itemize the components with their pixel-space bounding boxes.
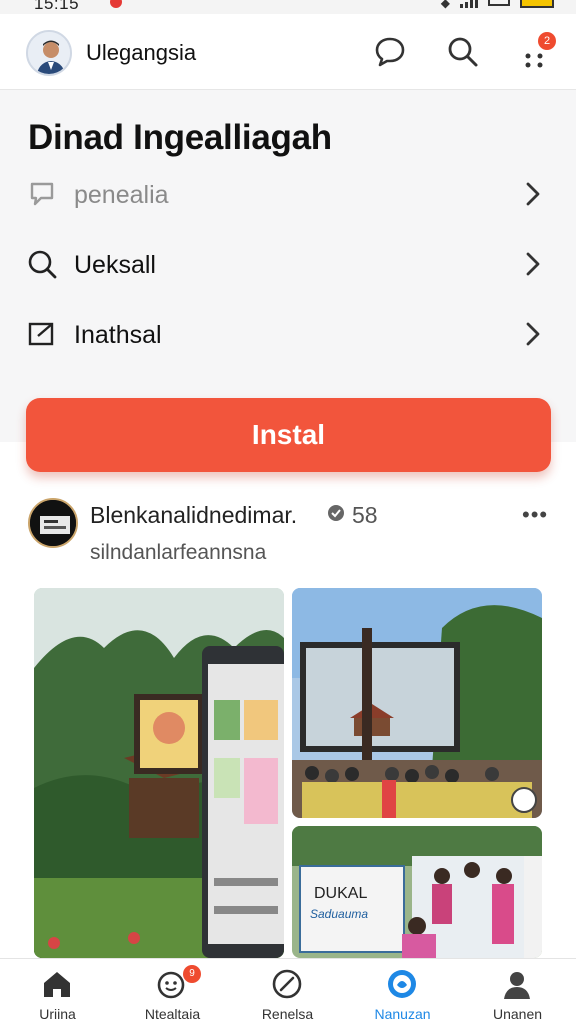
menu-item-1[interactable]: peneali​a [0,164,576,224]
install-button[interactable]: Instal [26,398,551,472]
chevron-right-icon [524,181,542,207]
nav-item-active[interactable]: Nanuzan [345,959,460,1024]
menu-item-3[interactable]: Inathsal [0,304,576,364]
bottom-nav: Uriina 9 Ntealtaia Renelsa Nanuzan Unane… [0,958,576,1024]
globe-icon [385,967,419,1001]
menu-item-label: peneali​a [74,181,169,209]
nav-label: Ntealtaia [144,1006,201,1022]
menu-item-label: Ueksall [74,251,156,279]
nav-label: Unanen [492,1006,543,1022]
charging-icon [520,0,554,8]
header-title: Ulegangsia [86,40,197,65]
signal-icon [460,0,478,8]
nav-item-home[interactable]: Uriina [0,959,115,1024]
post-photo-2[interactable] [292,588,542,818]
post-photo-3[interactable]: DUKAL Saduauma [292,826,542,958]
notification-badge: 2 [538,32,556,50]
post-count-value: 58 [352,502,378,528]
nav-item-explore[interactable]: Renelsa [230,959,345,1024]
battery-icon [488,0,510,6]
more-options-icon[interactable]: ••• [522,502,548,528]
nav-label: Renelsa [261,1006,314,1022]
chat-bubble-icon [26,178,58,210]
nav-label: Nanuzan [374,1006,431,1022]
nav-label: Uriina [39,1006,76,1022]
chevron-right-icon [524,251,542,277]
menu-item-label: Inathsal [74,321,162,349]
search-icon[interactable] [445,34,481,70]
search-icon [26,248,58,280]
chevron-right-icon [524,321,542,347]
photo-sign-title: DUKAL [314,885,367,902]
chat-icon[interactable] [372,34,408,70]
profile-icon [500,967,534,1001]
post-subtitle: silndanlarfeannsna [90,541,267,564]
wifi-icon: ◆ [440,0,450,10]
edit-icon [26,318,58,350]
app-header: Ulegangsia 2 [0,14,576,90]
avatar[interactable] [26,30,72,76]
apps-icon[interactable]: 2 [516,32,556,70]
menu-title: Dinad Ingealliagah [28,118,332,157]
compass-icon [270,967,304,1001]
status-time: 15:15 [34,0,80,13]
post-author-name[interactable]: Blenkanalidnedimar. [90,502,297,529]
status-bar: 15:15 ◆ [0,0,576,14]
post-count: 58 [326,502,378,529]
status-icons: ◆ [441,0,554,10]
home-icon [40,967,74,1001]
notification-dot-icon [110,0,122,8]
menu-panel: Dinad Ingealliagah peneali​a Ueksall Ina… [0,90,576,442]
verified-icon [326,502,346,529]
menu-item-2[interactable]: Ueksall [0,234,576,294]
post-avatar[interactable] [28,498,78,548]
nav-item-profile[interactable]: Unanen [460,959,575,1024]
post-photo-1[interactable] [34,588,284,958]
nav-item-notifications[interactable]: 9 Ntealtaia [115,959,230,1024]
photo-sign-subtitle: Saduauma [310,907,368,921]
nav-badge: 9 [183,965,201,983]
